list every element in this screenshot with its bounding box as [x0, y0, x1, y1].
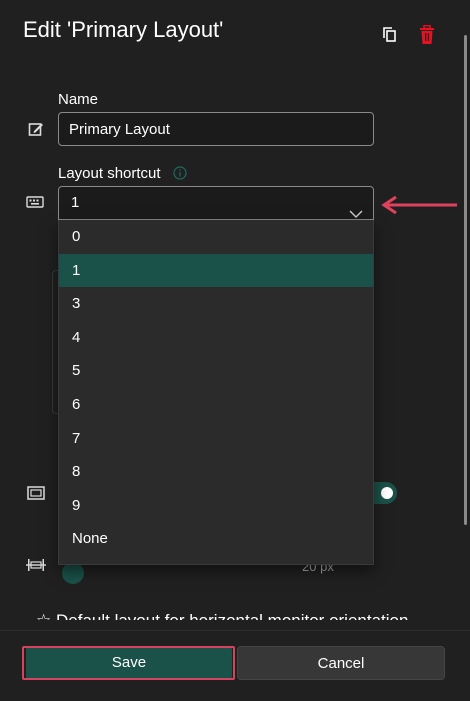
shortcut-option-7[interactable]: 7 — [59, 422, 373, 456]
layout-shortcut-label: Layout shortcut — [58, 165, 161, 182]
layout-shortcut-selected-value: 1 — [71, 194, 80, 211]
shortcut-dropdown-list[interactable]: 0 1 3 4 5 6 7 8 9 None — [58, 220, 374, 565]
shortcut-option-none[interactable]: None — [59, 522, 373, 556]
copy-icon[interactable] — [381, 26, 399, 44]
scrollbar[interactable] — [464, 35, 467, 525]
shortcut-option-4[interactable]: 4 — [59, 321, 373, 355]
keyboard-icon — [26, 196, 44, 210]
shortcut-option-1[interactable]: 1 — [59, 253, 373, 288]
annotation-arrow-icon — [380, 195, 458, 215]
dialog-title: Edit 'Primary Layout' — [23, 17, 224, 42]
shortcut-option-3[interactable]: 3 — [59, 287, 373, 321]
info-icon[interactable] — [173, 166, 187, 180]
default-layout-label: Default layout for horizontal monitor or… — [56, 611, 408, 620]
default-layout-option[interactable]: ☆ Default layout for horizontal monitor … — [36, 608, 436, 620]
shortcut-option-0[interactable]: 0 — [59, 220, 373, 254]
toggle-knob — [381, 487, 393, 499]
save-button[interactable]: Save — [26, 646, 232, 680]
distance-icon — [26, 557, 46, 573]
layout-shortcut-select[interactable]: 1 — [58, 186, 374, 220]
layout-name-input[interactable] — [58, 112, 374, 146]
name-label: Name — [58, 91, 99, 108]
star-icon: ☆ — [36, 611, 51, 620]
cancel-button[interactable]: Cancel — [237, 646, 445, 680]
trash-icon[interactable] — [418, 24, 436, 45]
distance-slider-thumb[interactable] — [62, 562, 84, 584]
shortcut-option-6[interactable]: 6 — [59, 388, 373, 422]
rename-icon — [28, 121, 44, 137]
monitor-icon — [27, 486, 45, 500]
shortcut-option-5[interactable]: 5 — [59, 354, 373, 388]
shortcut-option-8[interactable]: 8 — [59, 455, 373, 489]
shortcut-option-9[interactable]: 9 — [59, 489, 373, 523]
